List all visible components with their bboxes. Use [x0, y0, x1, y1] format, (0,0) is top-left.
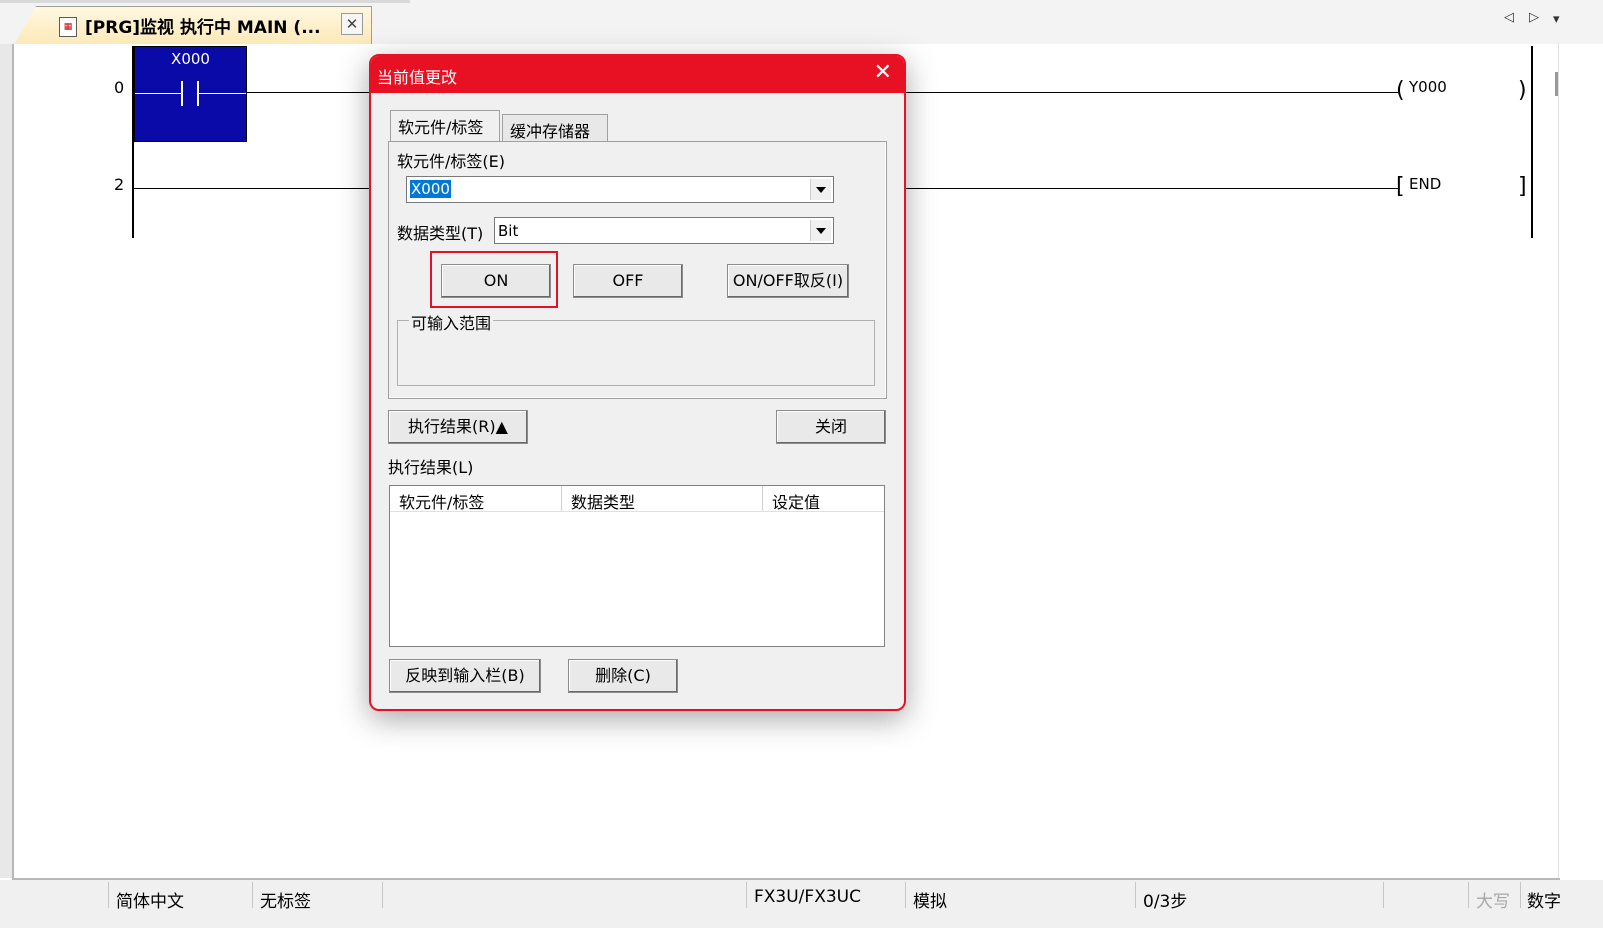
- ladder-program-icon: ▦: [59, 17, 77, 37]
- datatype-field-label: 数据类型(T): [397, 224, 484, 243]
- rung-step-number: 0: [114, 78, 125, 97]
- document-tab-title: [PRG]监视 执行中 MAIN (...: [85, 18, 321, 38]
- coil-y000-label[interactable]: Y000: [1409, 78, 1447, 96]
- delete-button[interactable]: 删除(C): [568, 659, 678, 693]
- on-button[interactable]: ON: [441, 264, 551, 298]
- status-separator: [1135, 882, 1136, 908]
- column-header-device[interactable]: 软元件/标签: [399, 489, 484, 513]
- dialog-title: 当前值更改: [377, 68, 458, 87]
- rung-step-number: 2: [114, 175, 125, 194]
- results-header: 软元件/标签 数据类型 设定值: [390, 486, 884, 512]
- tab-device-label[interactable]: 软元件/标签: [390, 110, 500, 142]
- status-separator: [746, 882, 747, 908]
- status-language: 简体中文: [116, 892, 184, 912]
- device-field-label: 软元件/标签(E): [397, 152, 505, 171]
- column-divider: [762, 486, 763, 511]
- rung2-wire-a: [134, 188, 370, 189]
- column-header-setvalue[interactable]: 设定值: [772, 489, 820, 513]
- column-header-datatype[interactable]: 数据类型: [571, 489, 635, 513]
- execution-results-list[interactable]: 软元件/标签 数据类型 设定值: [389, 485, 885, 647]
- dialog-titlebar[interactable]: 当前值更改 ✕: [371, 56, 904, 93]
- coil-open-bracket: (: [1396, 78, 1405, 103]
- contact-wire-right: [199, 93, 246, 94]
- contact-wire-left: [135, 93, 181, 94]
- execution-results-toggle-button[interactable]: 执行结果(R)▲: [388, 410, 528, 444]
- left-gutter: [0, 44, 12, 878]
- tab-device-label-text: 软元件/标签: [398, 118, 484, 137]
- execution-results-label: 执行结果(L): [388, 458, 474, 477]
- contact-label: X000: [171, 50, 210, 68]
- status-bar: 简体中文 无标签 FX3U/FX3UC 模拟 0/3步 大写 数字: [0, 880, 1603, 928]
- status-separator: [252, 882, 253, 908]
- scrollbar-thumb[interactable]: [1555, 72, 1558, 96]
- dialog-close-icon[interactable]: ✕: [874, 60, 892, 85]
- contact-bar-left: [181, 81, 183, 106]
- rung0-wire-b: [902, 92, 1399, 93]
- off-button[interactable]: OFF: [573, 264, 683, 298]
- scroll-tabs-left-icon[interactable]: ◁: [1504, 10, 1514, 25]
- end-close-bracket: ]: [1518, 174, 1527, 199]
- toggle-on-off-button[interactable]: ON/OFF取反(I): [727, 264, 849, 298]
- device-dropdown-arrow-icon[interactable]: [810, 179, 831, 200]
- status-separator: [1383, 882, 1384, 908]
- status-caps-lock: 大写: [1476, 892, 1510, 912]
- close-tab-button[interactable]: ✕: [341, 13, 363, 35]
- status-separator: [1468, 882, 1469, 908]
- document-tab[interactable]: ▦ [PRG]监视 执行中 MAIN (... ✕: [14, 6, 372, 45]
- close-button[interactable]: 关闭: [776, 410, 886, 444]
- status-separator: [382, 882, 383, 908]
- device-input-value: X000: [410, 180, 451, 198]
- status-separator: [1520, 882, 1521, 908]
- status-label-mode: 无标签: [260, 892, 311, 912]
- input-range-label: 可输入范围: [409, 310, 494, 334]
- tab-buffer-memory[interactable]: 缓冲存储器: [502, 114, 608, 142]
- column-divider: [561, 486, 562, 511]
- datatype-select[interactable]: Bit: [494, 217, 834, 244]
- status-separator: [108, 882, 109, 908]
- status-plc-type: FX3U/FX3UC: [754, 887, 861, 907]
- reflect-to-input-button[interactable]: 反映到输入栏(B): [389, 659, 541, 693]
- datatype-dropdown-arrow-icon[interactable]: [810, 220, 831, 241]
- tab-list-dropdown-icon[interactable]: ▾: [1553, 12, 1560, 27]
- contact-x000[interactable]: X000: [134, 46, 247, 142]
- coil-close-bracket: ): [1518, 78, 1527, 103]
- editor-scrollbar[interactable]: [1555, 44, 1603, 878]
- tab-buffer-memory-text: 缓冲存储器: [510, 122, 591, 141]
- end-instruction-label[interactable]: END: [1409, 175, 1441, 193]
- scroll-tabs-right-icon[interactable]: ▷: [1529, 10, 1539, 25]
- status-num-lock: 数字: [1527, 892, 1561, 912]
- end-open-bracket: [: [1396, 174, 1405, 199]
- rung0-wire-a: [246, 92, 370, 93]
- tab-bar-top-line: [0, 0, 410, 3]
- status-steps: 0/3步: [1143, 892, 1188, 912]
- datatype-select-value: Bit: [498, 222, 519, 240]
- status-connection-mode: 模拟: [913, 892, 947, 912]
- modify-value-dialog: 当前值更改 ✕ 软元件/标签 缓冲存储器 软元件/标签(E) X000 数据类型…: [369, 54, 906, 711]
- status-separator: [905, 882, 906, 908]
- rung2-wire-b: [902, 188, 1399, 189]
- right-power-rail: [1531, 46, 1533, 238]
- device-input[interactable]: X000: [406, 176, 834, 203]
